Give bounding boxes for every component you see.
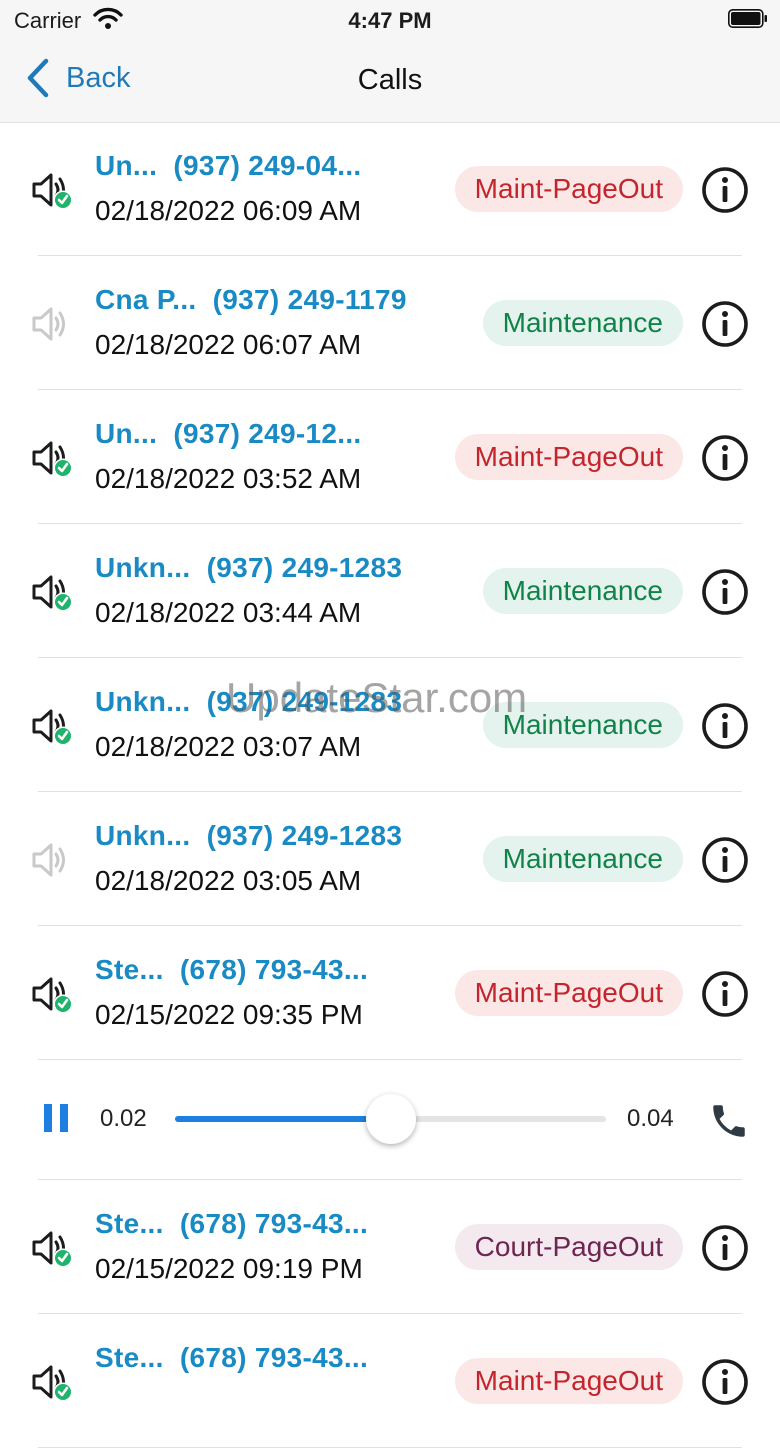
call-row[interactable]: Unkn... (937) 249-1283 02/18/2022 03:07 A… <box>0 658 780 792</box>
clock: 4:47 PM <box>348 8 432 33</box>
caller-name: Un... <box>95 418 158 449</box>
playback-position: 0.02 <box>100 1105 147 1132</box>
call-row[interactable]: Unkn... (937) 249-1283 02/18/2022 03:05 A… <box>0 792 780 926</box>
call-datetime: 02/18/2022 03:07 AM <box>95 731 362 762</box>
info-icon[interactable] <box>701 970 749 1018</box>
call-datetime: 02/18/2022 03:44 AM <box>95 597 362 628</box>
caller-name: Unkn... <box>95 552 191 583</box>
call-row[interactable]: Ste... (678) 793-43... 02/15/2022 09:19 P… <box>0 1180 780 1314</box>
info-icon[interactable] <box>701 836 749 884</box>
phone-icon[interactable] <box>708 1100 750 1142</box>
caller-name: Ste... <box>95 954 164 985</box>
call-datetime: 02/15/2022 09:19 PM <box>95 1253 363 1284</box>
caller-line: Ste... (678) 793-43... <box>95 954 368 986</box>
speaker-unplayed-icon[interactable] <box>30 840 76 880</box>
battery-icon <box>728 9 767 28</box>
caller-name: Cna P... <box>95 284 197 315</box>
caller-line: Ste... (678) 793-43... <box>95 1208 368 1240</box>
call-row[interactable]: Cna P... (937) 249-1179 02/18/2022 06:07 … <box>0 256 780 390</box>
speaker-listened-icon[interactable] <box>30 572 76 612</box>
caller-number: (678) 793-43... <box>179 1208 369 1239</box>
category-badge: Maintenance <box>482 702 683 748</box>
playback-slider[interactable] <box>175 1094 606 1144</box>
info-icon[interactable] <box>701 300 749 348</box>
caller-number: (937) 249-12... <box>173 418 362 449</box>
call-datetime: 02/18/2022 03:05 AM <box>95 865 362 896</box>
category-badge: Maint-PageOut <box>454 434 683 480</box>
audio-player: 0.02 0.04 <box>0 1060 780 1180</box>
speaker-listened-icon[interactable] <box>30 1228 76 1268</box>
call-datetime: 02/15/2022 09:35 PM <box>95 999 363 1030</box>
call-row[interactable]: Un... (937) 249-12... 02/18/2022 03:52 AM… <box>0 390 780 524</box>
speaker-listened-icon[interactable] <box>30 438 76 478</box>
caller-line: Unkn... (937) 249-1283 <box>95 820 402 852</box>
caller-line: Unkn... (937) 249-1283 <box>95 552 402 584</box>
caller-line: Unkn... (937) 249-1283 <box>95 686 402 718</box>
call-datetime: 02/18/2022 06:07 AM <box>95 329 362 360</box>
info-icon[interactable] <box>701 1358 749 1406</box>
caller-line: Un... (937) 249-04... <box>95 150 362 182</box>
speaker-listened-icon[interactable] <box>30 1362 76 1402</box>
caller-name: Ste... <box>95 1208 164 1239</box>
caller-name: Unkn... <box>95 820 191 851</box>
caller-name: Unkn... <box>95 686 191 717</box>
category-badge: Maint-PageOut <box>454 970 683 1016</box>
caller-number: (937) 249-1283 <box>206 686 403 717</box>
calls-list: Un... (937) 249-04... 02/18/2022 06:09 AM… <box>0 122 780 1448</box>
category-badge: Maint-PageOut <box>454 1358 683 1404</box>
category-badge: Maintenance <box>482 568 683 614</box>
playback-duration: 0.04 <box>627 1105 674 1132</box>
caller-number: (937) 249-1179 <box>212 284 407 315</box>
info-icon[interactable] <box>701 434 749 482</box>
call-row[interactable]: Ste... (678) 793-43... Maint-PageOut <box>0 1314 780 1448</box>
category-badge: Maintenance <box>482 836 683 882</box>
call-datetime: 02/18/2022 03:52 AM <box>95 463 362 494</box>
page-title: Calls <box>357 64 423 96</box>
info-icon[interactable] <box>701 702 749 750</box>
speaker-listened-icon[interactable] <box>30 974 76 1014</box>
slider-knob[interactable] <box>365 1094 416 1144</box>
category-badge: Maint-PageOut <box>454 166 683 212</box>
speaker-unplayed-icon[interactable] <box>30 304 76 344</box>
status-bar: Carrier 4:47 PM <box>0 0 780 40</box>
call-row[interactable]: Un... (937) 249-04... 02/18/2022 06:09 AM… <box>0 122 780 256</box>
speaker-listened-icon[interactable] <box>30 170 76 210</box>
navigation-bar: Back Calls <box>0 40 780 123</box>
caller-line: Un... (937) 249-12... <box>95 418 362 450</box>
speaker-listened-icon[interactable] <box>30 706 76 746</box>
caller-number: (937) 249-1283 <box>206 820 403 851</box>
caller-number: (678) 793-43... <box>179 1342 369 1373</box>
info-icon[interactable] <box>701 166 749 214</box>
call-row[interactable]: Unkn... (937) 249-1283 02/18/2022 03:44 A… <box>0 524 780 658</box>
caller-name: Un... <box>95 150 158 181</box>
caller-name: Ste... <box>95 1342 164 1373</box>
call-datetime: 02/18/2022 06:09 AM <box>95 195 362 226</box>
info-icon[interactable] <box>701 1224 749 1272</box>
caller-line: Ste... (678) 793-43... <box>95 1342 368 1374</box>
info-icon[interactable] <box>701 568 749 616</box>
call-row[interactable]: Ste... (678) 793-43... 02/15/2022 09:35 P… <box>0 926 780 1060</box>
caller-number: (937) 249-04... <box>173 150 362 181</box>
caller-line: Cna P... (937) 249-1179 <box>95 284 407 316</box>
category-badge: Maintenance <box>482 300 683 346</box>
caller-number: (937) 249-1283 <box>206 552 403 583</box>
pause-icon[interactable] <box>44 1104 70 1132</box>
caller-number: (678) 793-43... <box>179 954 369 985</box>
slider-fill <box>175 1116 391 1122</box>
category-badge: Court-PageOut <box>454 1224 683 1270</box>
